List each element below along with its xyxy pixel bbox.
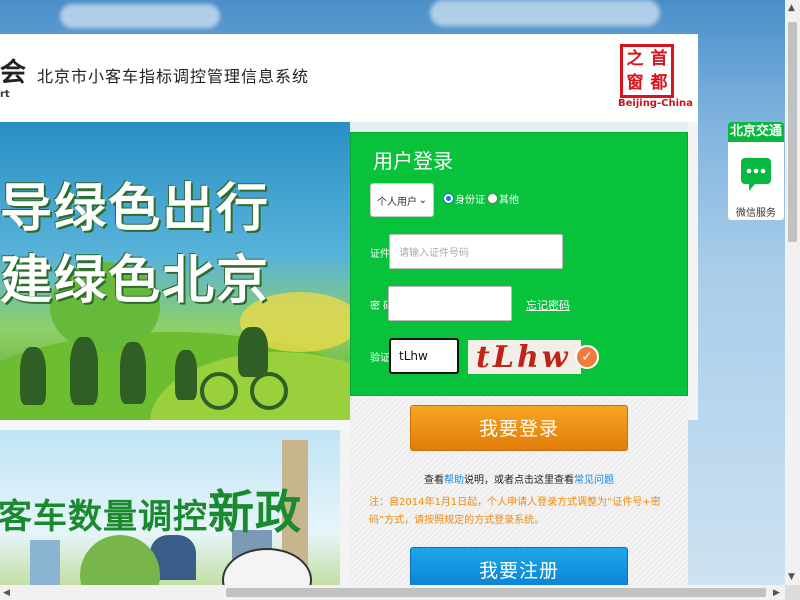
seal-char: 都 <box>650 73 668 93</box>
site-logo-text: 会 <box>0 58 27 88</box>
site-header: 会 rt 北京市小客车指标调控管理信息系统 之 首 窗 都 Beijing-Ch… <box>0 34 698 122</box>
vertical-scroll-thumb[interactable] <box>788 22 797 242</box>
id-type-radio-idcard[interactable] <box>443 193 454 204</box>
seal-char: 之 <box>626 49 644 69</box>
horizontal-scroll-thumb[interactable] <box>226 588 766 597</box>
chat-bubble-icon <box>741 158 771 191</box>
seal-char: 首 <box>650 49 668 69</box>
id-number-input[interactable]: 请输入证件号码 <box>389 234 563 269</box>
scroll-left-arrow-icon[interactable]: ◀ <box>3 588 10 598</box>
green-travel-banner[interactable]: 导绿色出行 建绿色北京 <box>0 122 350 420</box>
radio-label-idcard: 身份证 <box>455 195 485 206</box>
beijing-seal-logo[interactable]: 之 首 窗 都 <box>620 44 674 98</box>
login-button[interactable]: 我要登录 <box>410 405 628 451</box>
widget-header: 北京交通 <box>728 122 784 142</box>
policy-headline-main: 客车数量调控 <box>0 497 208 537</box>
help-middle: 说明，或者点击这里查看 <box>464 475 574 486</box>
help-text: 查看帮助说明，或者点击这里查看常见问题 <box>350 471 688 486</box>
captcha-verified-check-icon: ✓ <box>575 345 599 369</box>
captcha-image-text: tLhw <box>476 340 571 374</box>
banner-divider <box>0 420 350 430</box>
captcha-input[interactable]: tLhw <box>389 338 459 374</box>
widget-label: 微信服务 <box>736 208 776 219</box>
chevron-down-icon: ⌄ <box>418 194 427 206</box>
cyclist-silhouette <box>238 327 268 377</box>
password-input[interactable] <box>388 286 512 321</box>
site-title: 北京市小客车指标调控管理信息系统 <box>37 67 310 86</box>
sky-cloud <box>430 0 660 26</box>
login-notice: 注：自2014年1月1日起，个人申请人登录方式调整为“证件号+密码”方式，请按照… <box>369 497 661 526</box>
scroll-down-arrow-icon[interactable]: ▼ <box>788 572 795 582</box>
banner-slogan-line: 建绿色北京 <box>0 251 271 311</box>
policy-banner[interactable]: 客车数量调控新政 <box>0 430 340 600</box>
id-type-radio-other[interactable] <box>487 193 498 204</box>
runner-silhouette <box>120 342 146 404</box>
beijing-traffic-widget[interactable]: 北京交通 微信服务 <box>728 122 784 220</box>
bicycle-wheel <box>250 372 288 410</box>
runner-silhouette <box>175 350 197 400</box>
help-prefix: 查看 <box>424 475 444 486</box>
seal-caption: Beijing-China <box>618 98 693 109</box>
forgot-password-link[interactable]: 忘记密码 <box>526 297 570 313</box>
site-logo-sub: rt <box>0 89 10 100</box>
login-title: 用户登录 <box>373 149 453 173</box>
scroll-right-arrow-icon[interactable]: ▶ <box>773 588 780 598</box>
user-type-select[interactable]: 个人用户 ⌄ <box>370 183 434 217</box>
banner-gap <box>340 430 350 600</box>
captcha-image[interactable]: tLhw <box>468 340 581 374</box>
id-type-radio-group: 身份证 其他 <box>443 191 519 206</box>
runner-silhouette <box>70 337 98 405</box>
user-type-value: 个人用户 <box>377 196 417 208</box>
id-number-placeholder: 请输入证件号码 <box>399 248 469 259</box>
banner-edge <box>688 122 698 420</box>
policy-headline-big: 新政 <box>208 485 302 539</box>
scroll-up-arrow-icon[interactable]: ▲ <box>788 3 795 13</box>
scrollbar-corner <box>785 585 800 600</box>
faq-link[interactable]: 常见问题 <box>574 475 614 486</box>
captcha-input-value: tLhw <box>399 349 428 363</box>
seal-char: 窗 <box>626 73 644 93</box>
bicycle-wheel <box>200 372 238 410</box>
login-panel: 用户登录 个人用户 ⌄ 身份证 其他 证件号码 请输入证件号码 密 码 忘记密码… <box>350 132 688 396</box>
help-link[interactable]: 帮助 <box>444 475 464 486</box>
policy-headline: 客车数量调控新政 <box>0 476 302 542</box>
banner-slogan-line: 导绿色出行 <box>0 179 271 239</box>
runner-silhouette <box>20 347 46 405</box>
radio-label-other: 其他 <box>499 195 519 206</box>
sky-cloud <box>60 4 220 28</box>
